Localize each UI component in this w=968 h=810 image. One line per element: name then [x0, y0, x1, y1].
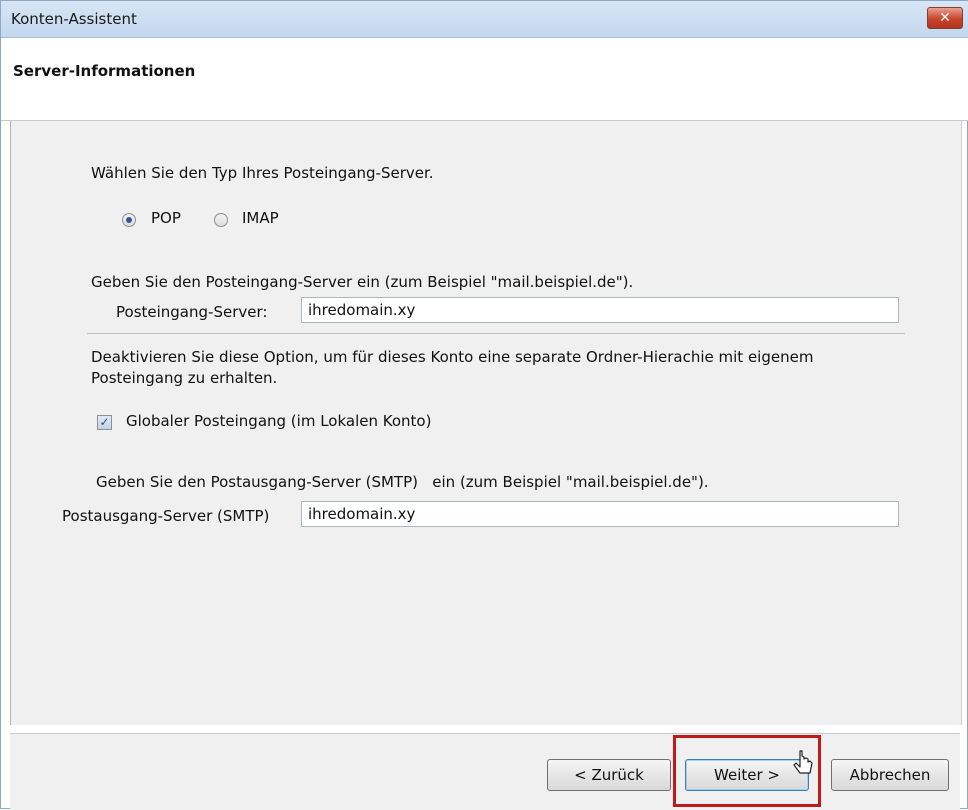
- pop-radio-label[interactable]: POP: [151, 209, 181, 227]
- dialog-window: Konten-Assistent ✕ Server-Informationen …: [0, 0, 968, 810]
- global-inbox-checkbox[interactable]: ✓: [97, 415, 112, 430]
- window-title: Konten-Assistent: [11, 10, 137, 28]
- outgoing-server-prompt: Geben Sie den Postausgang-Server (SMTP) …: [96, 473, 709, 491]
- imap-radio[interactable]: [214, 213, 228, 227]
- incoming-server-label: Posteingang-Server:: [116, 303, 268, 321]
- mouse-pointer-icon: [793, 750, 813, 774]
- close-button[interactable]: ✕: [927, 7, 963, 29]
- outgoing-server-label: Postausgang-Server (SMTP): [62, 507, 270, 525]
- wizard-header: Server-Informationen: [1, 38, 968, 121]
- close-icon: ✕: [939, 10, 951, 26]
- imap-radio-label[interactable]: IMAP: [242, 209, 279, 227]
- title-bar[interactable]: Konten-Assistent ✕: [1, 1, 968, 38]
- pop-radio[interactable]: [122, 213, 136, 227]
- incoming-type-prompt: Wählen Sie den Typ Ihres Posteingang-Ser…: [91, 164, 434, 182]
- check-icon: ✓: [99, 415, 110, 429]
- global-inbox-description: Deaktivieren Sie diese Option, um für di…: [91, 348, 814, 387]
- back-button[interactable]: < Zurück: [547, 759, 671, 791]
- page-title: Server-Informationen: [13, 62, 196, 80]
- outgoing-server-value: ihredomain.xy: [308, 505, 416, 523]
- outgoing-server-input[interactable]: ihredomain.xy: [301, 501, 899, 527]
- divider: [87, 333, 905, 334]
- incoming-server-input[interactable]: ihredomain.xy: [301, 297, 899, 323]
- incoming-server-prompt: Geben Sie den Posteingang-Server ein (zu…: [91, 273, 634, 291]
- global-inbox-label[interactable]: Globaler Posteingang (im Lokalen Konto): [126, 412, 431, 430]
- incoming-server-value: ihredomain.xy: [308, 301, 416, 319]
- cancel-button[interactable]: Abbrechen: [831, 759, 949, 791]
- wizard-content: Wählen Sie den Typ Ihres Posteingang-Ser…: [10, 121, 962, 725]
